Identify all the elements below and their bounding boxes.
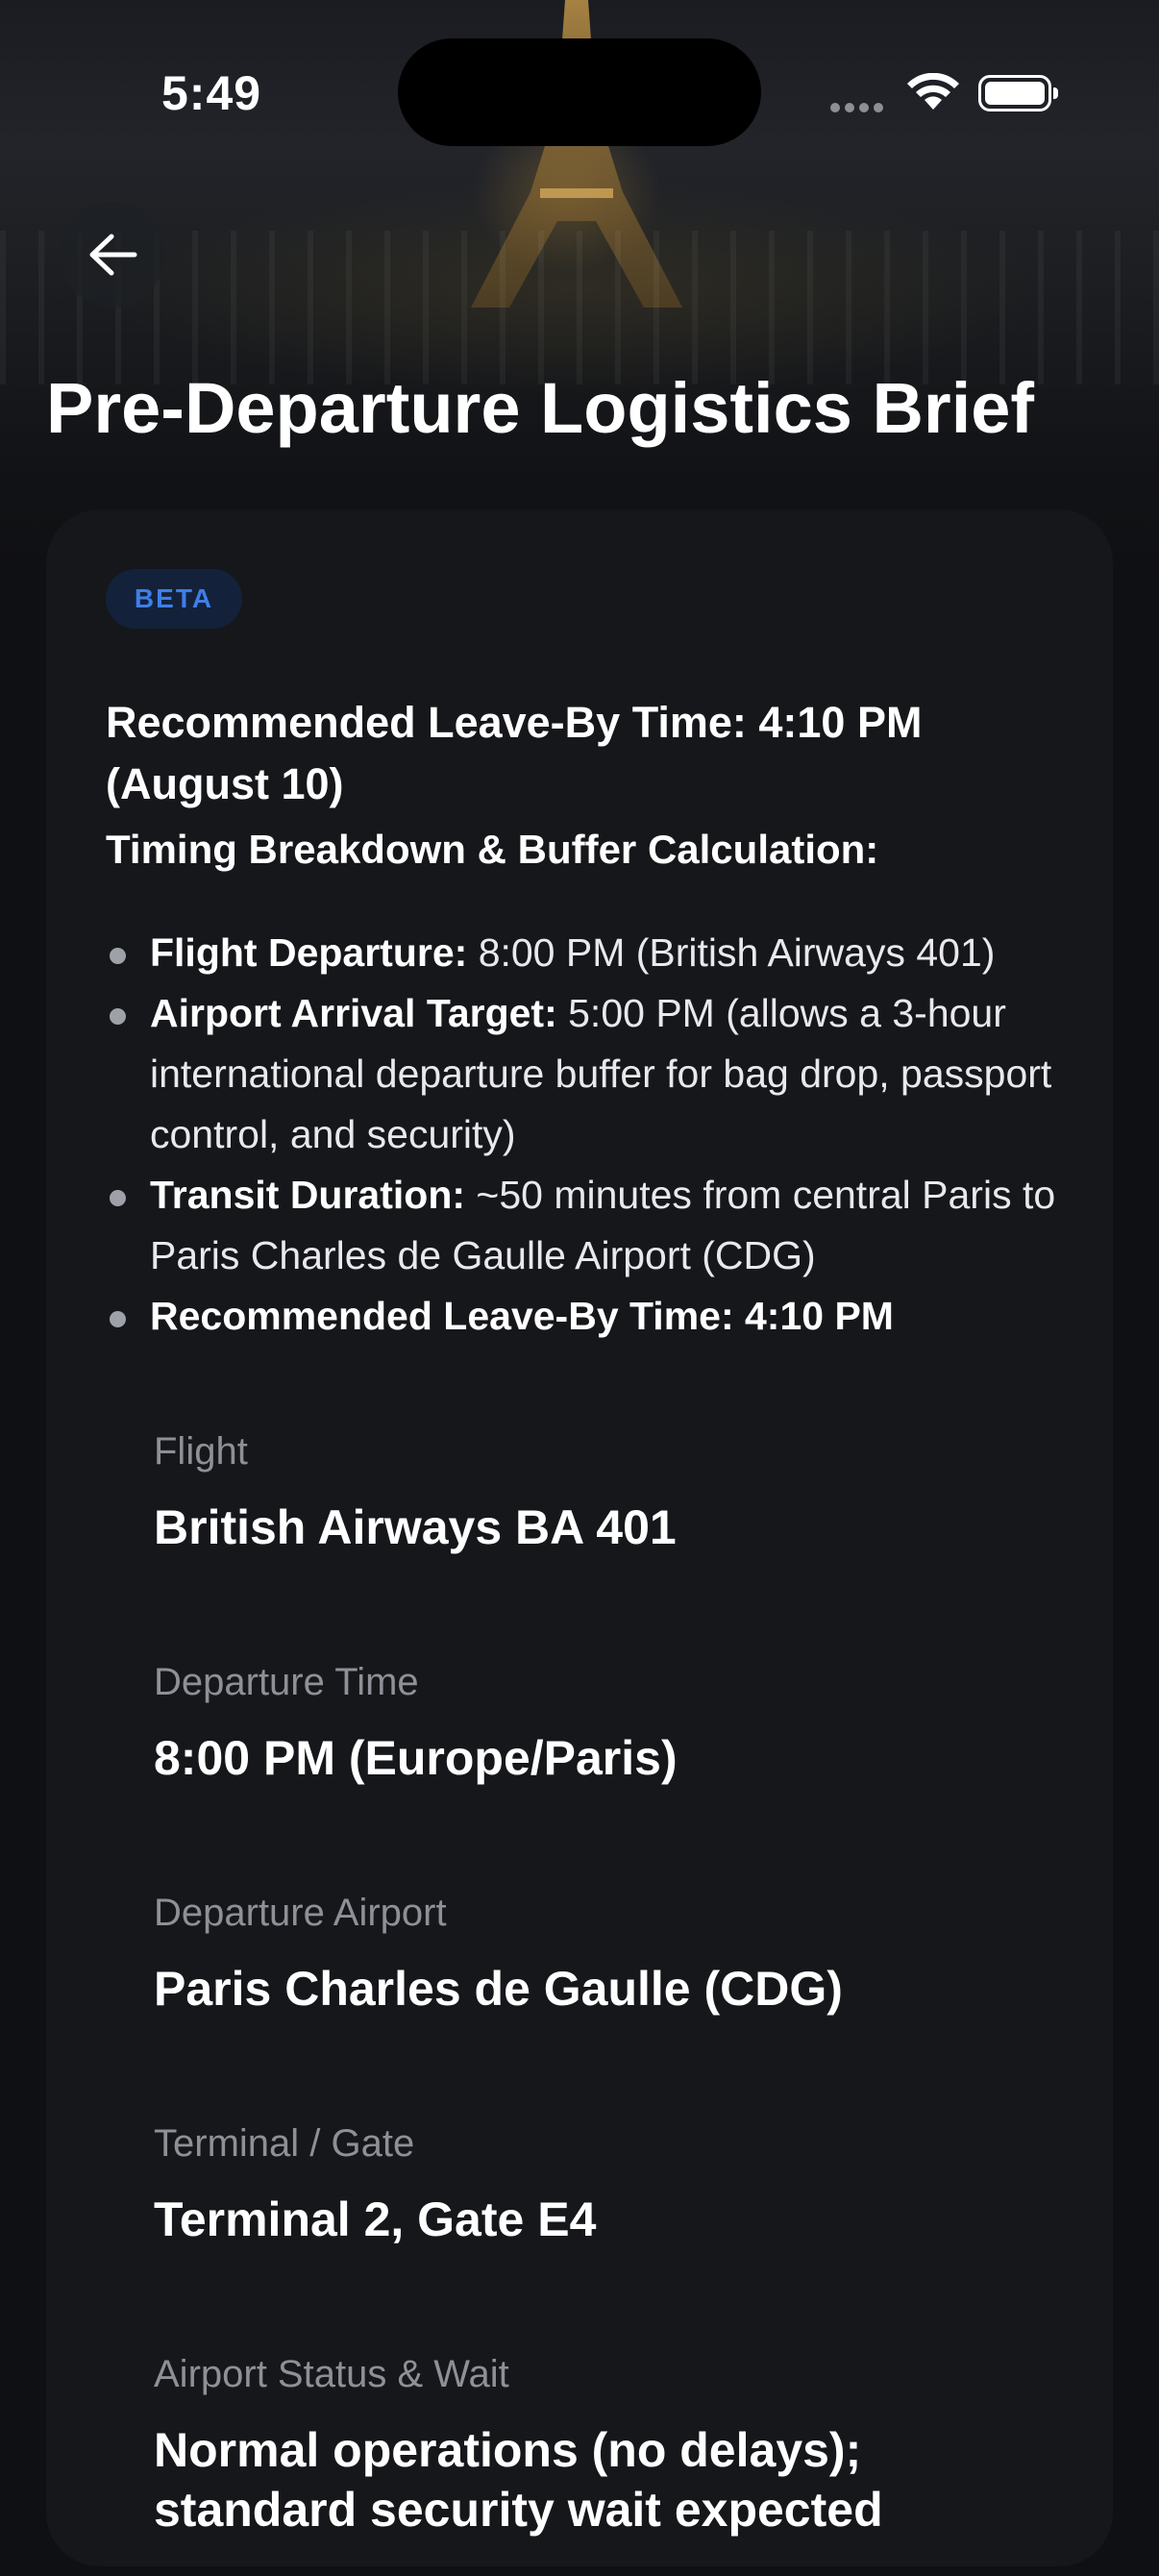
timing-breakdown-heading: Timing Breakdown & Buffer Calculation: [106, 827, 879, 872]
detail-airport-status: Airport Status & Wait Normal operations … [154, 2345, 1076, 2576]
arrow-left-icon [89, 234, 137, 276]
detail-value: Paris Charles de Gaulle (CDG) [154, 1962, 843, 2016]
detail-flight: Flight British Airways BA 401 [154, 1423, 1076, 1653]
city-lights [0, 231, 1159, 384]
status-time: 5:49 [161, 66, 262, 120]
detail-value: 8:00 PM (Europe/Paris) [154, 1731, 678, 1785]
brief-card: BETA Recommended Leave-By Time: 4:10 PM … [46, 509, 1113, 2566]
list-item: Airport Arrival Target: 5:00 PM (allows … [106, 983, 1105, 1165]
detail-value: Normal operations (no delays); standard … [154, 2423, 883, 2537]
signal-dots-icon [830, 100, 888, 112]
detail-label: Terminal / Gate [154, 2122, 415, 2165]
wifi-icon [907, 73, 959, 110]
timing-breakdown-list: Flight Departure: 8:00 PM (British Airwa… [106, 923, 1105, 1347]
detail-value: Terminal 2, Gate E4 [154, 2192, 597, 2246]
status-bar: 5:49 [0, 0, 1159, 192]
detail-label: Departure Time [154, 1661, 419, 1703]
detail-label: Departure Airport [154, 1892, 447, 1934]
list-item: Recommended Leave-By Time: 4:10 PM [106, 1286, 1105, 1347]
flight-details: Flight British Airways BA 401 Departure … [154, 1423, 1076, 2576]
dynamic-island [398, 38, 761, 146]
detail-departure-time: Departure Time 8:00 PM (Europe/Paris) [154, 1653, 1076, 1884]
list-item: Flight Departure: 8:00 PM (British Airwa… [106, 923, 1105, 983]
battery-icon [978, 75, 1058, 111]
detail-terminal-gate: Terminal / Gate Terminal 2, Gate E4 [154, 2115, 1076, 2345]
back-button[interactable] [60, 202, 165, 308]
list-item: Transit Duration: ~50 minutes from centr… [106, 1165, 1105, 1286]
detail-departure-airport: Departure Airport Paris Charles de Gaull… [154, 1884, 1076, 2115]
detail-label: Airport Status & Wait [154, 2353, 509, 2395]
recommended-leave-by-title: Recommended Leave-By Time: 4:10 PM (Augu… [106, 698, 923, 808]
detail-label: Flight [154, 1430, 248, 1473]
page-title: Pre-Departure Logistics Brief [46, 368, 1035, 448]
detail-value: British Airways BA 401 [154, 1500, 677, 1554]
beta-badge: BETA [106, 569, 242, 629]
